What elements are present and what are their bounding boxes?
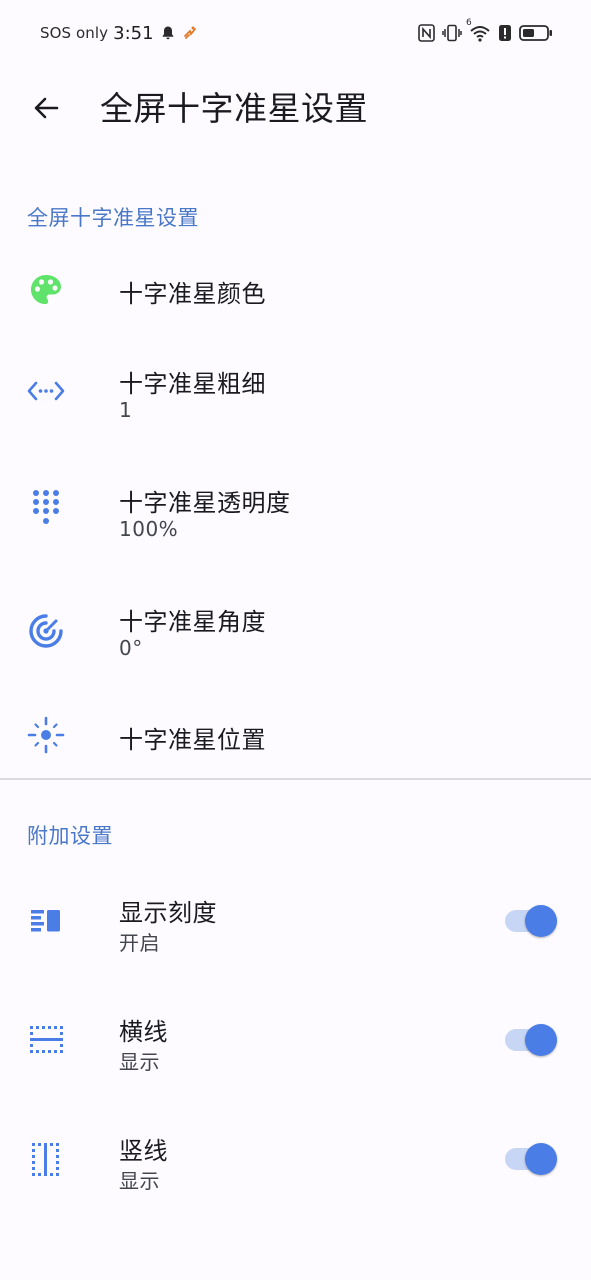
setting-item-crosshair-position[interactable]: 十字准星位置 [0, 700, 591, 772]
item-title: 十字准星颜色 [119, 280, 266, 308]
setting-item-crosshair-angle[interactable]: 十字准星角度 0° [0, 594, 591, 674]
horizontal-line-toggle[interactable] [505, 1020, 559, 1060]
toggle-thumb [525, 1024, 557, 1056]
status-left: SOS only 3:51 [40, 22, 198, 44]
radar-icon [27, 612, 65, 650]
arrow-back-icon [34, 97, 59, 119]
show-scale-toggle[interactable] [505, 901, 559, 941]
clock: 3:51 [113, 22, 154, 44]
toggle-thumb [525, 905, 557, 937]
wifi-generation-label: 6 [466, 18, 472, 28]
section-header-crosshair: 全屏十字准星设置 [27, 206, 199, 230]
item-subtitle: 开启 [119, 931, 160, 955]
setting-item-vertical-line[interactable]: 竖线 显示 [0, 1123, 591, 1203]
item-subtitle: 0° [119, 636, 143, 660]
notification-bell-icon [162, 26, 173, 40]
setting-item-crosshair-thickness[interactable]: 十字准星粗细 1 [0, 356, 591, 436]
section-header-additional: 附加设置 [27, 824, 113, 848]
item-subtitle: 100% [119, 517, 179, 541]
scale-icon [27, 901, 65, 939]
back-button[interactable] [26, 88, 66, 128]
screen: SOS only 3:51 6 全屏十字准星设置 全屏十字准星设置 十字准星颜色… [0, 0, 591, 1280]
palette-icon [27, 271, 65, 309]
app-bar: 全屏十字准星设置 [0, 66, 591, 152]
center-focus-icon [27, 716, 65, 754]
setting-item-crosshair-color[interactable]: 十字准星颜色 [0, 254, 591, 326]
vertical-line-toggle[interactable] [505, 1139, 559, 1179]
vibrate-icon [442, 24, 462, 42]
dialpad-icon [27, 489, 65, 527]
status-bar: SOS only 3:51 6 [0, 0, 591, 66]
item-subtitle: 显示 [119, 1050, 160, 1074]
alert-icon [499, 25, 511, 41]
page-title: 全屏十字准星设置 [100, 89, 368, 128]
vertical-lines-icon [27, 1140, 65, 1178]
item-subtitle: 1 [119, 398, 133, 422]
horizontal-lines-icon [27, 1021, 65, 1059]
battery-icon [519, 25, 552, 41]
app-notification-icon [183, 26, 196, 39]
item-title: 横线 [119, 1018, 168, 1046]
item-title: 十字准星粗细 [119, 370, 266, 398]
section-divider [0, 778, 591, 780]
status-right: 6 [418, 18, 553, 44]
toggle-thumb [525, 1143, 557, 1175]
line-width-icon [27, 372, 65, 410]
item-title: 十字准星透明度 [119, 489, 291, 517]
item-subtitle: 显示 [119, 1169, 160, 1193]
setting-item-show-scale[interactable]: 显示刻度 开启 [0, 885, 591, 965]
wifi-indicator: 6 [466, 18, 491, 42]
item-title: 十字准星角度 [119, 608, 266, 636]
item-title: 十字准星位置 [119, 726, 266, 754]
carrier-label: SOS only [40, 24, 109, 42]
nfc-icon [418, 24, 435, 42]
item-title: 竖线 [119, 1137, 168, 1165]
wifi-icon [470, 26, 490, 42]
setting-item-horizontal-line[interactable]: 横线 显示 [0, 1004, 591, 1084]
item-title: 显示刻度 [119, 899, 217, 927]
setting-item-crosshair-opacity[interactable]: 十字准星透明度 100% [0, 475, 591, 555]
